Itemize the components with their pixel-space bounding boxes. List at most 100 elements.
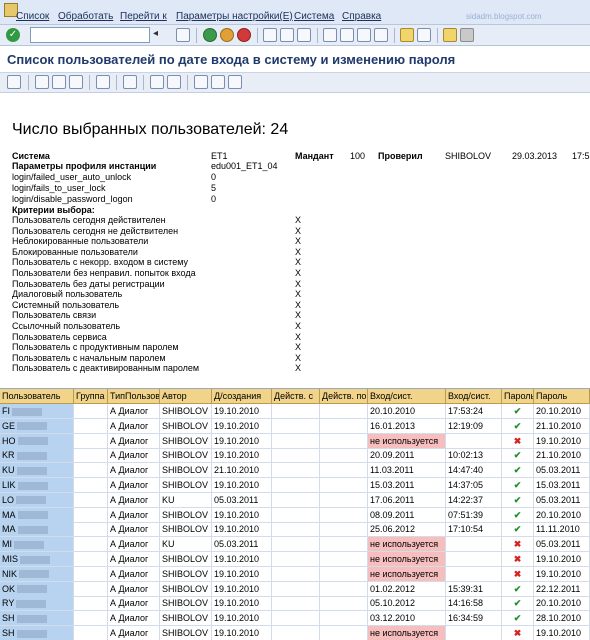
layout-menu-icon[interactable]	[460, 28, 474, 42]
spreadsheet-icon[interactable]	[150, 75, 164, 89]
cancel-icon[interactable]	[237, 28, 251, 42]
export-icon[interactable]	[123, 75, 137, 89]
cell-created: 19.10.2010	[212, 566, 272, 582]
menu-goto[interactable]: Перейти к	[120, 11, 167, 22]
table-row[interactable]: LIK А Диалог SHIBOLOV 19.10.2010 15.03.2011 1…	[0, 478, 590, 493]
column-header[interactable]: ТипПользов	[108, 389, 160, 404]
table-row[interactable]: LO А Диалог KU 05.03.2011 17.06.2011 14:22:37…	[0, 492, 590, 508]
cell-login-time: 14:37:05	[446, 478, 502, 493]
column-header[interactable]: Пароль	[502, 389, 534, 404]
find-icon[interactable]	[280, 28, 294, 42]
criteria-flag: X	[295, 246, 302, 257]
shortcut-icon[interactable]	[417, 28, 431, 42]
table-row[interactable]: MI А Диалог KU 05.03.2011 не используется ✖ 05…	[0, 537, 590, 553]
cell-valid-to	[320, 552, 368, 567]
layout-save-icon[interactable]	[228, 75, 242, 89]
sort-icon[interactable]	[69, 75, 83, 89]
print-preview-icon[interactable]	[35, 75, 49, 89]
column-header[interactable]: Пользователь	[0, 389, 74, 404]
enter-check-icon[interactable]: ✓	[6, 28, 20, 42]
detail-icon[interactable]	[7, 75, 21, 89]
cell-user[interactable]: RY	[0, 596, 74, 612]
column-header[interactable]: Действ. по	[320, 389, 368, 404]
cell-group	[74, 404, 108, 419]
cell-user[interactable]: KR	[0, 448, 74, 464]
cell-user[interactable]: MA	[0, 522, 74, 538]
cell-user[interactable]: NIK	[0, 566, 74, 582]
criteria-flag: X	[295, 310, 302, 321]
print-icon[interactable]	[263, 28, 277, 42]
back-icon[interactable]	[203, 28, 217, 42]
cell-user[interactable]: MA	[0, 507, 74, 523]
criteria-flag: X	[295, 331, 302, 342]
last-page-icon[interactable]	[374, 28, 388, 42]
next-page-icon[interactable]	[357, 28, 371, 42]
cell-login-date: 17.06.2011	[368, 492, 446, 508]
first-page-icon[interactable]	[323, 28, 337, 42]
cell-user[interactable]: HO	[0, 433, 74, 449]
find-next-icon[interactable]	[297, 28, 311, 42]
filter-icon[interactable]	[52, 75, 66, 89]
table-row[interactable]: FI А Диалог SHIBOLOV 19.10.2010 20.10.2010 17…	[0, 404, 590, 419]
menu-edit[interactable]: Обработать	[58, 11, 113, 22]
cell-user[interactable]: MI	[0, 537, 74, 553]
column-header[interactable]: Действ. с	[272, 389, 320, 404]
cell-valid-to	[320, 611, 368, 627]
exit-icon[interactable]	[220, 28, 234, 42]
password-ok-icon: ✔	[502, 463, 534, 479]
cell-group	[74, 492, 108, 508]
cell-user[interactable]: MIS	[0, 552, 74, 567]
refresh-icon[interactable]	[96, 75, 110, 89]
redacted-block	[16, 496, 47, 505]
table-row[interactable]: MA А Диалог SHIBOLOV 19.10.2010 25.06.2012 17…	[0, 522, 590, 538]
cell-user[interactable]: LO	[0, 492, 74, 508]
cell-user[interactable]: LIK	[0, 478, 74, 493]
redacted-block	[17, 585, 48, 594]
table-row[interactable]: SH А Диалог SHIBOLOV 19.10.2010 не используе…	[0, 626, 590, 640]
menu-settings[interactable]: Параметры настройки(Е)	[176, 11, 293, 22]
criteria-flag: X	[295, 225, 302, 236]
table-row[interactable]: HO А Диалог SHIBOLOV 19.10.2010 не используе…	[0, 433, 590, 449]
help-icon[interactable]	[443, 28, 457, 42]
table-row[interactable]: NIK А Диалог SHIBOLOV 19.10.2010 не использу…	[0, 566, 590, 582]
table-row[interactable]: RY А Диалог SHIBOLOV 19.10.2010 05.10.2012 14…	[0, 596, 590, 612]
password-ok-icon: ✔	[502, 581, 534, 597]
command-field[interactable]	[30, 27, 150, 43]
param-name: login/fails_to_user_lock	[12, 183, 106, 193]
cell-author: SHIBOLOV	[160, 566, 212, 582]
user-name: MA	[2, 524, 16, 535]
table-row[interactable]: KR А Диалог SHIBOLOV 19.10.2010 20.09.2011 10…	[0, 448, 590, 464]
layout-change-icon[interactable]	[211, 75, 225, 89]
profile-value: edu001_ET1_04	[211, 161, 278, 171]
column-header[interactable]: Группа	[74, 389, 108, 404]
table-row[interactable]: SH А Диалог SHIBOLOV 19.10.2010 03.12.2010 16…	[0, 611, 590, 627]
cell-user[interactable]: OK	[0, 581, 74, 597]
new-session-icon[interactable]	[400, 28, 414, 42]
cell-user[interactable]: GE	[0, 418, 74, 434]
command-history-icon[interactable]: ◂	[153, 28, 158, 39]
menu-help[interactable]: Справка	[342, 11, 381, 22]
layout-choose-icon[interactable]	[194, 75, 208, 89]
menu-system[interactable]: Система	[294, 11, 334, 22]
previous-page-icon[interactable]	[340, 28, 354, 42]
column-header[interactable]: Д/создания	[212, 389, 272, 404]
column-header[interactable]: Вход/сист.	[368, 389, 446, 404]
param-value: 0	[211, 172, 217, 182]
table-row[interactable]: KU А Диалог SHIBOLOV 21.10.2010 11.03.2011 14…	[0, 463, 590, 479]
table-row[interactable]: GE А Диалог SHIBOLOV 19.10.2010 16.01.2013 12…	[0, 418, 590, 434]
cell-user[interactable]: SH	[0, 611, 74, 627]
column-header[interactable]: Автор	[160, 389, 212, 404]
menu-list[interactable]: Список	[16, 11, 49, 22]
cell-user-type: А Диалог	[108, 581, 160, 597]
cell-user[interactable]: KU	[0, 463, 74, 479]
save-icon[interactable]	[176, 28, 190, 42]
word-processing-icon[interactable]	[167, 75, 181, 89]
cell-user[interactable]: SH	[0, 626, 74, 640]
column-header[interactable]: Вход/сист.	[446, 389, 502, 404]
table-row[interactable]: OK А Диалог SHIBOLOV 19.10.2010 01.02.2012 15…	[0, 581, 590, 597]
cell-user[interactable]: FI	[0, 404, 74, 419]
column-header[interactable]: Пароль	[534, 389, 590, 404]
cell-author: SHIBOLOV	[160, 552, 212, 567]
table-row[interactable]: MIS А Диалог SHIBOLOV 19.10.2010 не использу…	[0, 552, 590, 567]
table-row[interactable]: MA А Диалог SHIBOLOV 19.10.2010 08.09.2011 07…	[0, 507, 590, 523]
